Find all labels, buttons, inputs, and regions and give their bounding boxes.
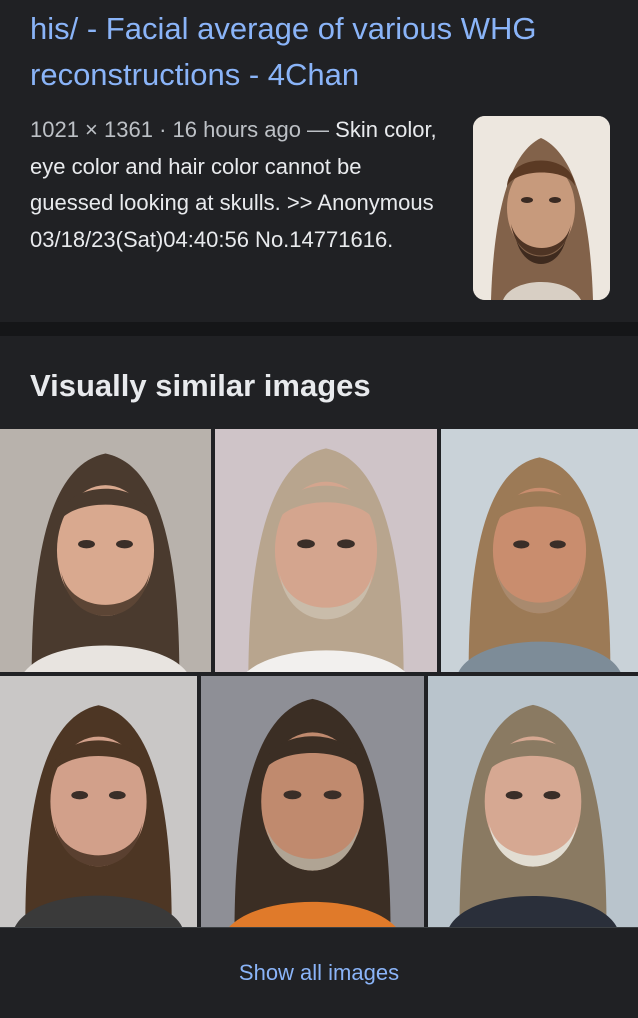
portrait-icon: [428, 676, 638, 927]
similar-images-heading: Visually similar images: [30, 368, 371, 403]
portrait-icon: [215, 429, 437, 672]
result-meta: 1021 × 1361 · 16 hours ago —: [30, 117, 336, 142]
portrait-icon: [201, 676, 424, 927]
portrait-icon: [0, 429, 211, 672]
similar-image-3[interactable]: [441, 429, 638, 672]
portrait-thumbnail-icon: [473, 116, 610, 300]
show-all-images-button[interactable]: Show all images: [0, 928, 638, 1018]
similar-image-2[interactable]: [215, 429, 437, 672]
similar-image-6[interactable]: [428, 676, 638, 927]
show-all-footer: Show all images: [0, 927, 638, 1018]
result-snippet: 1021 × 1361 · 16 hours ago — Skin color,…: [30, 112, 450, 258]
section-divider: [0, 322, 638, 336]
portrait-icon: [441, 429, 638, 672]
search-result: his/ - Facial average of various WHG rec…: [0, 0, 638, 322]
similar-image-4[interactable]: [0, 676, 197, 927]
portrait-icon: [0, 676, 197, 927]
result-title-link[interactable]: his/ - Facial average of various WHG rec…: [30, 6, 620, 98]
result-thumbnail[interactable]: [473, 116, 610, 300]
similar-image-1[interactable]: [0, 429, 211, 672]
similar-images-grid: [0, 429, 638, 927]
similar-image-5[interactable]: [201, 676, 424, 927]
